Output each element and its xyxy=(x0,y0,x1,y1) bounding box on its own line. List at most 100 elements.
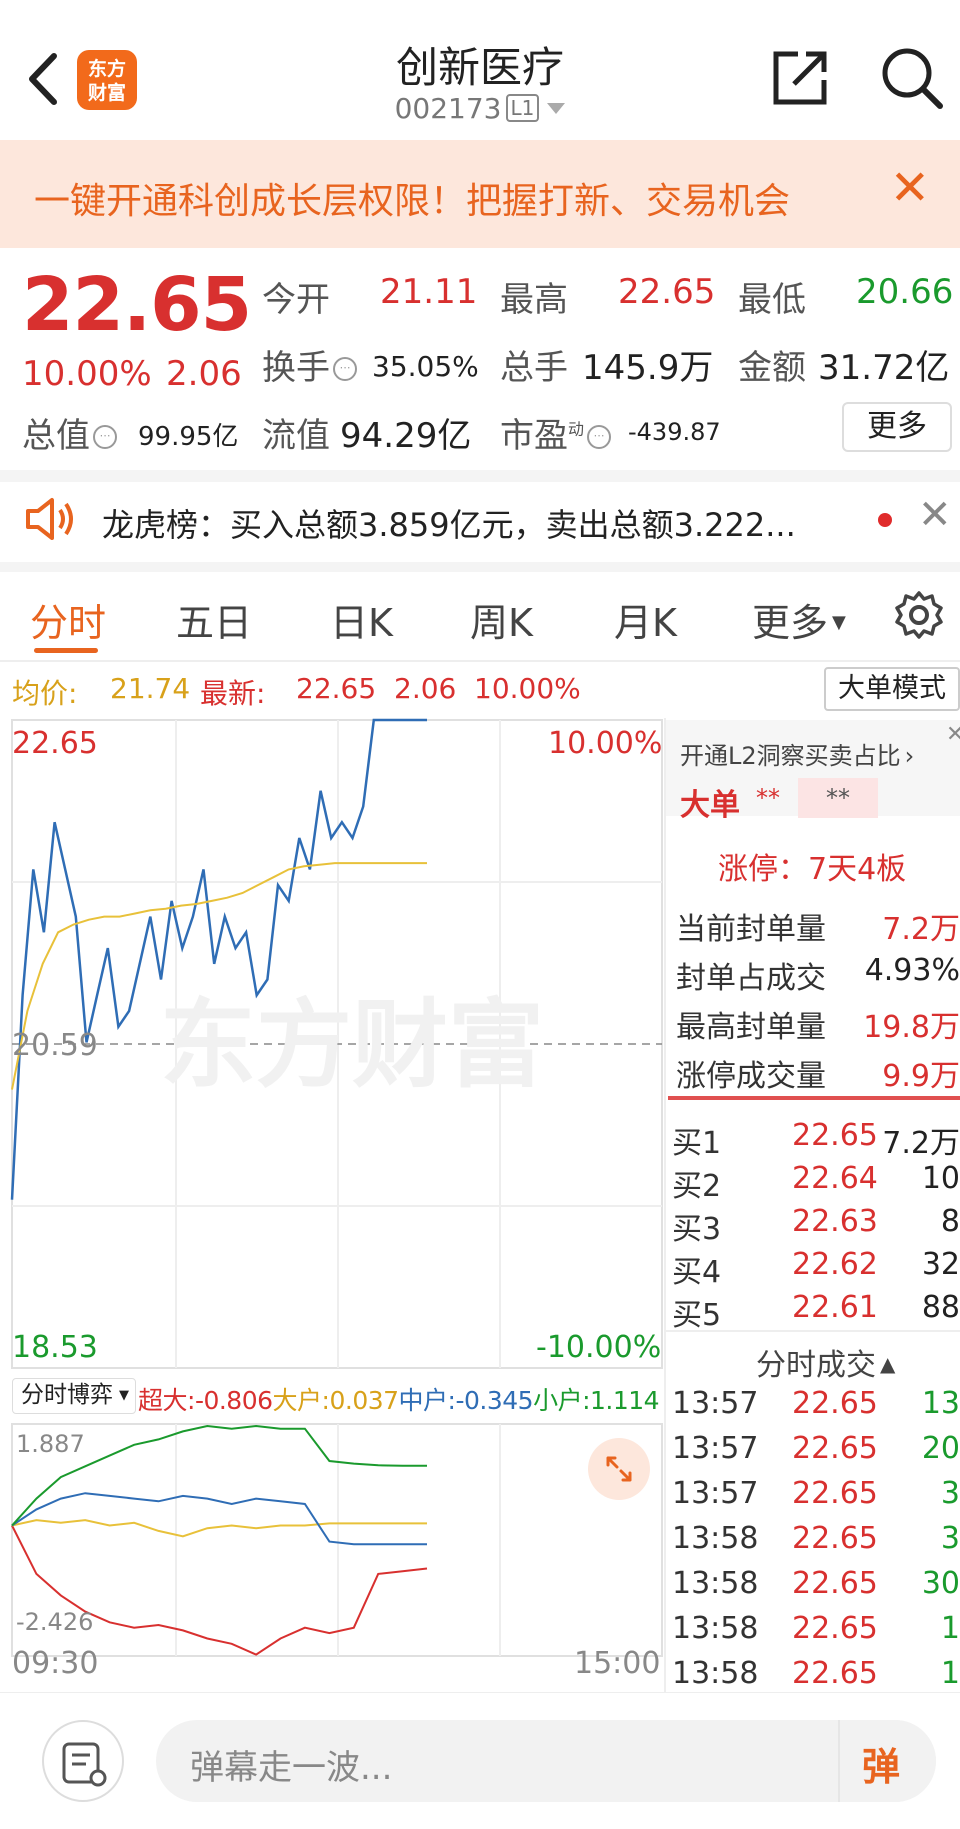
bid-price: 22.64 xyxy=(792,1161,878,1196)
low-label: 最低 xyxy=(738,280,806,320)
mktcap-value: 99.95亿 xyxy=(138,422,239,452)
close-icon[interactable]: ✕ xyxy=(890,160,930,216)
trade-time: 13:58 xyxy=(672,1656,759,1691)
bid-volume: 88 xyxy=(921,1290,960,1325)
big-order-label: 大单 xyxy=(680,788,740,823)
expand-icon[interactable] xyxy=(588,1438,650,1500)
tab-weekly-k[interactable]: 周K xyxy=(470,592,533,647)
high-label: 最高 xyxy=(500,280,568,320)
float-label: 流值 xyxy=(262,416,330,456)
pct-bottom-label: -10.00% xyxy=(536,1330,662,1365)
mktcap-label[interactable]: 总值 ⋯ xyxy=(22,408,117,457)
high-value: 22.65 xyxy=(618,272,716,312)
bid-volume: 10 xyxy=(921,1161,960,1196)
tab-daily-k[interactable]: 日K xyxy=(330,592,393,647)
tab-more[interactable]: 更多 ▼ xyxy=(752,592,846,647)
latest-value: 22.65 xyxy=(296,672,377,705)
tab-five-day[interactable]: 五日 xyxy=(176,592,252,647)
divider xyxy=(0,562,960,572)
price-line xyxy=(10,718,427,1200)
bid-label: 买3 xyxy=(672,1212,722,1247)
divider xyxy=(666,1330,960,1332)
trade-time: 13:58 xyxy=(672,1566,759,1601)
intraday-chart[interactable]: 东方财富 xyxy=(0,718,664,1692)
unread-dot xyxy=(878,513,892,527)
promo-banner[interactable]: 一键开通科创成长层权限！把握打新、交易机会 ✕ xyxy=(0,140,960,248)
bid-volume: 8 xyxy=(940,1204,960,1239)
promo-banner-text: 一键开通科创成长层权限！把握打新、交易机会 xyxy=(34,181,791,222)
y-bottom-label: 18.53 xyxy=(12,1330,98,1365)
divider xyxy=(0,470,960,482)
bid-volume: 7.2万 xyxy=(882,1126,960,1161)
stat-label: 封单占成交 xyxy=(676,961,826,996)
turnover-label[interactable]: 换手 ⋯ xyxy=(262,340,357,389)
flow-selector[interactable]: 分时博弈 ▼ xyxy=(12,1378,136,1414)
stat-label: 涨停成交量 xyxy=(676,1059,826,1094)
big-order-buy: ** xyxy=(756,784,780,812)
y-top-label: 22.65 xyxy=(12,726,98,761)
trades-title[interactable]: 分时成交 ▲ xyxy=(756,1340,895,1384)
trade-time: 13:58 xyxy=(672,1521,759,1556)
trade-time: 13:57 xyxy=(672,1476,759,1511)
amount-value: 31.72亿 xyxy=(818,348,950,388)
change-value: 2.06 xyxy=(166,354,242,394)
trade-time: 13:57 xyxy=(672,1386,759,1421)
stat-value: 4.93% xyxy=(864,953,960,988)
trade-price: 22.65 xyxy=(792,1476,878,1511)
last-price: 22.65 xyxy=(22,262,252,348)
pe-label[interactable]: 市盈动 ⋯ xyxy=(500,408,612,457)
divider xyxy=(0,660,960,662)
tab-intraday[interactable]: 分时 xyxy=(30,592,106,647)
limit-up-streak: 涨停：7天4板 xyxy=(718,852,907,887)
watermark: 东方财富 xyxy=(160,989,544,1101)
open-value: 21.11 xyxy=(380,272,478,312)
danmu-placeholder: 弹幕走一波... xyxy=(190,1748,393,1788)
flow-line xyxy=(11,1519,427,1538)
big-order-mode-button[interactable]: 大单模式 xyxy=(824,667,960,711)
share-icon[interactable] xyxy=(770,48,830,108)
close-notice-icon[interactable]: ✕ xyxy=(918,492,952,538)
low-value: 20.66 xyxy=(856,272,954,312)
search-icon[interactable] xyxy=(880,46,944,110)
more-quote-button[interactable]: 更多 xyxy=(842,402,952,452)
x-end-label: 15:00 xyxy=(574,1646,661,1681)
flow-line xyxy=(11,1492,427,1546)
settings-gear-icon[interactable] xyxy=(894,590,944,640)
trade-volume: 1 xyxy=(940,1611,960,1646)
bid-label: 买5 xyxy=(672,1298,722,1333)
avg-price-value: 21.74 xyxy=(110,672,191,705)
trade-volume: 3 xyxy=(940,1476,960,1511)
trade-time: 13:57 xyxy=(672,1431,759,1466)
info-icon: ⋯ xyxy=(587,425,612,449)
stat-label: 当前封单量 xyxy=(676,912,826,947)
l2-promo-link[interactable]: 开通L2洞察买卖占比 › xyxy=(680,736,914,771)
comment-list-icon[interactable] xyxy=(42,1720,124,1802)
bid-price: 22.62 xyxy=(792,1247,878,1282)
divider-red xyxy=(668,1096,960,1100)
latest-label: 最新: xyxy=(200,677,266,710)
dragon-tiger-notice[interactable]: 龙虎榜：买入总额3.859亿元，卖出总额3.222... xyxy=(102,500,796,546)
x-start-label: 09:30 xyxy=(12,1646,99,1681)
flow-ymin: -2.426 xyxy=(16,1608,94,1636)
float-value: 94.29亿 xyxy=(340,416,472,456)
bid-volume: 32 xyxy=(921,1247,960,1282)
trade-volume: 1 xyxy=(940,1656,960,1691)
bid-label: 买1 xyxy=(672,1126,722,1161)
info-icon: ⋯ xyxy=(93,425,117,449)
trade-volume: 13 xyxy=(921,1386,960,1421)
trade-price: 22.65 xyxy=(792,1611,878,1646)
tab-monthly-k[interactable]: 月K xyxy=(614,592,677,647)
trade-volume: 30 xyxy=(921,1566,960,1601)
trade-price: 22.65 xyxy=(792,1566,878,1601)
open-label: 今开 xyxy=(262,280,330,320)
bid-price: 22.65 xyxy=(792,1118,878,1153)
flow-legend: 超大:-0.806大户:0.037中户:-0.345小户:1.114 xyxy=(138,1386,660,1415)
volume-value: 145.9万 xyxy=(582,348,714,388)
close-l2-icon[interactable]: ✕ xyxy=(946,722,960,747)
level-badge: L1 xyxy=(505,94,540,122)
trade-time: 13:58 xyxy=(672,1611,759,1646)
avg-price-label: 均价: xyxy=(12,677,78,710)
trade-volume: 3 xyxy=(940,1521,960,1556)
danmu-toggle-button[interactable]: 弹 xyxy=(838,1720,936,1802)
change-pct: 10.00% xyxy=(22,354,152,394)
